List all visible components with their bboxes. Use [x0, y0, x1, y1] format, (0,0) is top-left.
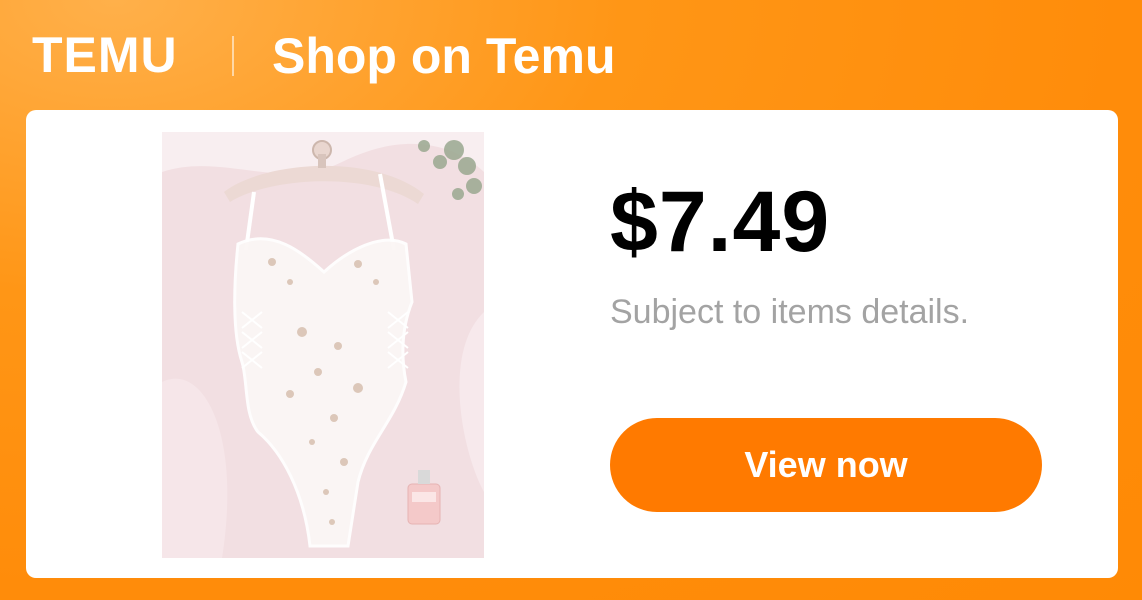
- bodysuit-illustration: [162, 132, 484, 558]
- header-bar: TEMU Shop on Temu: [0, 0, 1142, 108]
- page-title: Shop on Temu: [272, 28, 616, 84]
- temu-logo: TEMU: [32, 27, 178, 83]
- header-divider: [232, 36, 234, 76]
- product-image[interactable]: [162, 132, 484, 558]
- product-card[interactable]: $7.49 Subject to items details. View now: [26, 110, 1118, 578]
- price-label: $7.49: [610, 174, 831, 270]
- view-now-button[interactable]: View now: [610, 418, 1042, 512]
- price-disclaimer: Subject to items details.: [610, 293, 970, 331]
